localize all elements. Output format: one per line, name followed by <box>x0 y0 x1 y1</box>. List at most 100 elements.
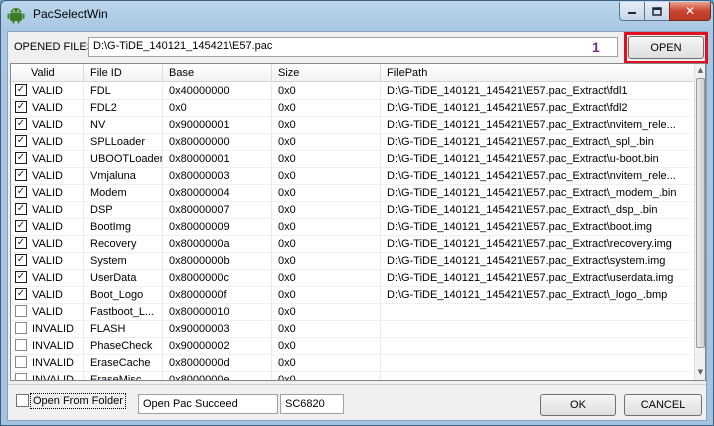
checked-checkbox-icon[interactable]: ✓ <box>15 203 27 216</box>
valid-cell[interactable]: ✓ VALID <box>11 287 84 304</box>
file-id-cell: Boot_Logo <box>84 287 163 304</box>
filepath-cell <box>381 304 695 321</box>
valid-cell[interactable]: ✓ VALID <box>11 202 84 219</box>
table-row[interactable]: INVALID EraseCache 0x8000000d 0x0 <box>11 355 695 372</box>
table-row[interactable]: ✓ VALID Boot_Logo 0x8000000f 0x0 D:\G-TiDE_14… <box>11 287 695 304</box>
table-row[interactable]: ✓ VALID UBOOTLoader 0x80000001 0x0 D:\G-TiDE_… <box>11 151 695 168</box>
file-id-cell: SPLLoader <box>84 134 163 151</box>
open-from-folder-checkbox[interactable] <box>16 394 29 407</box>
scroll-down-icon[interactable]: ▼ <box>695 366 705 378</box>
table-row[interactable]: ✓ VALID FDL 0x40000000 0x0 D:\G-TiDE_140121_1… <box>11 83 695 100</box>
open-from-folder-label[interactable]: Open From Folder <box>30 393 126 409</box>
table-row[interactable]: ✓ VALID BootImg 0x80000009 0x0 D:\G-TiDE_1401… <box>11 219 695 236</box>
valid-cell[interactable]: ✓ VALID <box>11 134 84 151</box>
checked-checkbox-icon[interactable]: ✓ <box>15 101 27 114</box>
open-button[interactable]: OPEN <box>628 36 704 59</box>
table-row[interactable]: ✓ VALID System 0x8000000b 0x0 D:\G-TiDE_14012… <box>11 253 695 270</box>
base-cell: 0x80000004 <box>163 185 272 202</box>
column-header-file-id[interactable]: File ID <box>84 64 163 82</box>
checked-checkbox-icon[interactable]: ✓ <box>15 237 27 250</box>
filepath-cell: D:\G-TiDE_140121_145421\E57.pac_Extract\… <box>381 151 695 168</box>
table-row[interactable]: ✓ VALID Modem 0x80000004 0x0 D:\G-TiDE_140121… <box>11 185 695 202</box>
file-id-cell: NV <box>84 117 163 134</box>
table-row[interactable]: ✓ VALID Vmjaluna 0x80000003 0x0 D:\G-TiDE_140… <box>11 168 695 185</box>
checked-checkbox-icon[interactable]: ✓ <box>15 169 27 182</box>
valid-cell[interactable]: ✓ VALID <box>11 83 84 100</box>
base-cell: 0x80000001 <box>163 151 272 168</box>
table-row[interactable]: ✓ VALID NV 0x90000001 0x0 D:\G-TiDE_140121_14… <box>11 117 695 134</box>
file-id-cell: EraseCache <box>84 355 163 372</box>
size-cell: 0x0 <box>272 338 381 355</box>
checked-checkbox-icon[interactable]: ✓ <box>15 288 27 301</box>
checked-checkbox-icon[interactable]: ✓ <box>15 220 27 233</box>
column-header-valid[interactable]: Valid <box>11 64 84 82</box>
size-cell: 0x0 <box>272 134 381 151</box>
valid-cell[interactable]: ✓ VALID <box>11 100 84 117</box>
filepath-cell: D:\G-TiDE_140121_145421\E57.pac_Extract\… <box>381 202 695 219</box>
checked-checkbox-icon[interactable]: ✓ <box>15 84 27 97</box>
unchecked-checkbox-icon[interactable] <box>15 322 27 335</box>
valid-cell[interactable]: ✓ VALID <box>11 117 84 134</box>
valid-cell[interactable]: ✓ VALID <box>11 219 84 236</box>
base-cell: 0x8000000a <box>163 236 272 253</box>
unchecked-checkbox-icon[interactable] <box>15 356 27 369</box>
unchecked-checkbox-icon[interactable] <box>15 339 27 352</box>
valid-cell[interactable]: ✓ VALID <box>11 270 84 287</box>
checked-checkbox-icon[interactable]: ✓ <box>15 152 27 165</box>
valid-cell[interactable]: INVALID <box>11 321 84 338</box>
unchecked-checkbox-icon[interactable] <box>15 305 27 318</box>
checked-checkbox-icon[interactable]: ✓ <box>15 254 27 267</box>
valid-status: VALID <box>32 255 63 267</box>
column-header-size[interactable]: Size <box>272 64 381 82</box>
checked-checkbox-icon[interactable]: ✓ <box>15 118 27 131</box>
table-row[interactable]: ✓ VALID UserData 0x8000000c 0x0 D:\G-TiDE_140… <box>11 270 695 287</box>
opened-file-path-input[interactable]: D:\G-TiDE_140121_145421\E57.pac <box>88 37 618 57</box>
valid-status: VALID <box>32 85 63 97</box>
valid-cell[interactable]: ✓ VALID <box>11 151 84 168</box>
table-row[interactable]: VALID Fastboot_L... 0x80000010 0x0 <box>11 304 695 321</box>
checked-checkbox-icon[interactable]: ✓ <box>15 135 27 148</box>
title-bar[interactable]: PacSelectWin ✕ <box>1 1 713 29</box>
maximize-button[interactable] <box>644 2 670 21</box>
vertical-scrollbar[interactable]: ▲ ▼ <box>694 64 705 380</box>
valid-cell[interactable]: ✓ VALID <box>11 168 84 185</box>
base-cell: 0x90000002 <box>163 338 272 355</box>
file-id-cell: Recovery <box>84 236 163 253</box>
valid-cell[interactable]: INVALID <box>11 338 84 355</box>
table-row[interactable]: ✓ VALID FDL2 0x0 0x0 D:\G-TiDE_140121_145421\… <box>11 100 695 117</box>
valid-cell[interactable]: ✓ VALID <box>11 253 84 270</box>
scroll-up-icon[interactable]: ▲ <box>695 64 705 76</box>
column-header-base[interactable]: Base <box>163 64 272 82</box>
close-button[interactable]: ✕ <box>669 2 711 21</box>
table-row[interactable]: INVALID PhaseCheck 0x90000002 0x0 <box>11 338 695 355</box>
checked-checkbox-icon[interactable]: ✓ <box>15 271 27 284</box>
minimize-button[interactable] <box>619 2 645 21</box>
column-header-filepath[interactable]: FilePath <box>381 64 695 82</box>
valid-status: VALID <box>32 136 63 148</box>
table-row[interactable]: INVALID EraseMisc 0x8000000e 0x0 <box>11 372 695 380</box>
close-icon: ✕ <box>684 4 696 18</box>
scrollbar-thumb[interactable] <box>696 78 705 348</box>
file-id-cell: UBOOTLoader <box>84 151 163 168</box>
base-cell: 0x80000003 <box>163 168 272 185</box>
valid-cell[interactable]: ✓ VALID <box>11 185 84 202</box>
table-row[interactable]: INVALID FLASH 0x90000003 0x0 <box>11 321 695 338</box>
valid-cell[interactable]: VALID <box>11 304 84 321</box>
valid-status: VALID <box>32 221 63 233</box>
base-cell: 0x80000009 <box>163 219 272 236</box>
checked-checkbox-icon[interactable]: ✓ <box>15 186 27 199</box>
size-cell: 0x0 <box>272 372 381 380</box>
table-row[interactable]: ✓ VALID SPLLoader 0x80000000 0x0 D:\G-TiDE_14… <box>11 134 695 151</box>
valid-cell[interactable]: INVALID <box>11 355 84 372</box>
file-id-cell: BootImg <box>84 219 163 236</box>
filepath-cell <box>381 321 695 338</box>
valid-status: VALID <box>32 289 63 301</box>
table-body: ✓ VALID FDL 0x40000000 0x0 D:\G-TiDE_140121_1… <box>11 83 695 380</box>
table-row[interactable]: ✓ VALID DSP 0x80000007 0x0 D:\G-TiDE_140121_1… <box>11 202 695 219</box>
ok-button[interactable]: OK <box>540 394 616 416</box>
table-row[interactable]: ✓ VALID Recovery 0x8000000a 0x0 D:\G-TiDE_140… <box>11 236 695 253</box>
valid-cell[interactable]: ✓ VALID <box>11 236 84 253</box>
cancel-button[interactable]: CANCEL <box>624 394 702 416</box>
unchecked-checkbox-icon[interactable] <box>15 373 27 380</box>
valid-cell[interactable]: INVALID <box>11 372 84 380</box>
